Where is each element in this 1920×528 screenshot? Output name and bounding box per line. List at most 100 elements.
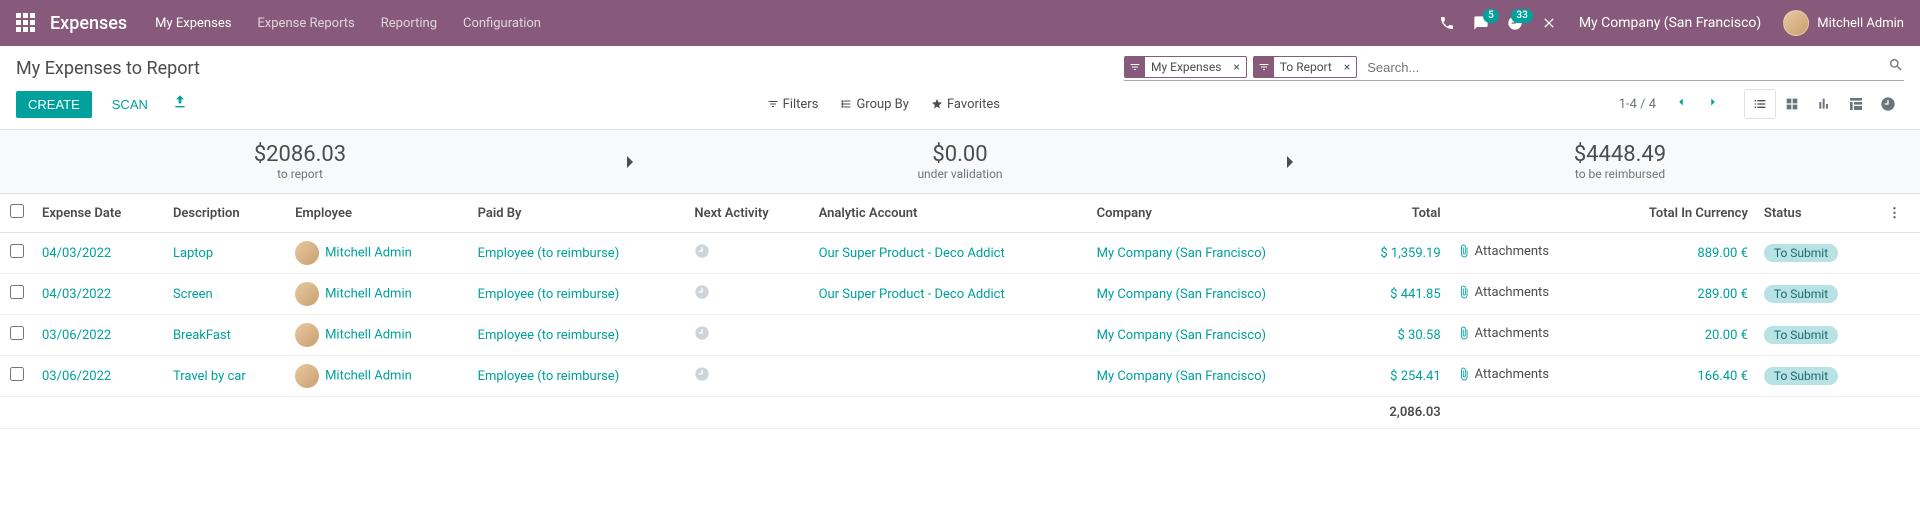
col-paid-by[interactable]: Paid By	[470, 194, 687, 233]
cell-description[interactable]: Screen	[173, 287, 213, 302]
col-employee[interactable]: Employee	[287, 194, 470, 233]
footer-total: 2,086.03	[1344, 397, 1449, 429]
chevron-right-icon	[1260, 130, 1320, 193]
facet-my-expenses: My Expenses ×	[1124, 56, 1247, 78]
cell-paid-by[interactable]: Employee (to reimburse)	[478, 328, 620, 343]
upload-icon[interactable]	[172, 94, 188, 114]
view-pivot-icon[interactable]	[1840, 89, 1872, 119]
col-date[interactable]: Expense Date	[34, 194, 165, 233]
scan-button[interactable]: SCAN	[100, 91, 160, 118]
attachments-button[interactable]: Attachments	[1457, 326, 1549, 341]
row-checkbox[interactable]	[10, 326, 24, 340]
filters-button[interactable]: Filters	[767, 97, 819, 112]
discuss-icon[interactable]: 5	[1473, 15, 1489, 31]
cell-date[interactable]: 04/03/2022	[42, 246, 111, 261]
col-total-currency[interactable]: Total In Currency	[1598, 194, 1756, 233]
col-company[interactable]: Company	[1089, 194, 1344, 233]
row-checkbox[interactable]	[10, 285, 24, 299]
nav-reporting[interactable]: Reporting	[381, 16, 437, 31]
col-next-activity[interactable]: Next Activity	[686, 194, 810, 233]
cell-description[interactable]: BreakFast	[173, 328, 231, 343]
cell-company[interactable]: My Company (San Francisco)	[1097, 369, 1266, 384]
cell-date[interactable]: 03/06/2022	[42, 369, 111, 384]
nav-configuration[interactable]: Configuration	[463, 16, 541, 31]
cell-employee[interactable]: Mitchell Admin	[325, 327, 412, 342]
view-kanban-icon[interactable]	[1776, 89, 1808, 119]
cell-employee[interactable]: Mitchell Admin	[325, 368, 412, 383]
apps-icon[interactable]	[16, 13, 36, 33]
clock-icon[interactable]	[694, 289, 710, 304]
facet-remove[interactable]: ×	[1227, 60, 1245, 74]
col-status[interactable]: Status	[1756, 194, 1880, 233]
attachments-button[interactable]: Attachments	[1457, 367, 1549, 382]
favorites-button[interactable]: Favorites	[931, 97, 1000, 112]
cell-total[interactable]: $ 441.85	[1390, 287, 1441, 302]
attachments-button[interactable]: Attachments	[1457, 244, 1549, 259]
cell-date[interactable]: 04/03/2022	[42, 287, 111, 302]
cell-analytic[interactable]: Our Super Product - Deco Addict	[819, 246, 1005, 261]
employee-avatar	[295, 282, 319, 306]
cell-employee[interactable]: Mitchell Admin	[325, 286, 412, 301]
nav-expense-reports[interactable]: Expense Reports	[257, 16, 354, 31]
user-menu[interactable]: Mitchell Admin	[1783, 10, 1904, 36]
facet-to-report: To Report ×	[1253, 56, 1357, 78]
cell-total[interactable]: $ 1,359.19	[1380, 246, 1440, 261]
cell-paid-by[interactable]: Employee (to reimburse)	[478, 287, 620, 302]
search-box[interactable]: My Expenses × To Report ×	[1124, 56, 1904, 81]
facet-remove[interactable]: ×	[1338, 60, 1356, 74]
create-button[interactable]: CREATE	[16, 91, 92, 118]
cell-total-currency[interactable]: 20.00 €	[1705, 328, 1748, 343]
search-icon[interactable]	[1888, 57, 1904, 77]
pager-prev[interactable]	[1666, 91, 1696, 117]
cell-description[interactable]: Travel by car	[173, 369, 246, 384]
cell-total[interactable]: $ 30.58	[1397, 328, 1440, 343]
cell-company[interactable]: My Company (San Francisco)	[1097, 328, 1266, 343]
status-pill: To Submit	[1764, 367, 1838, 385]
cell-paid-by[interactable]: Employee (to reimburse)	[478, 246, 620, 261]
clock-icon[interactable]	[694, 330, 710, 345]
app-brand[interactable]: Expenses	[50, 13, 127, 34]
activities-icon[interactable]: 33	[1507, 15, 1523, 31]
row-checkbox[interactable]	[10, 367, 24, 381]
status-to-report[interactable]: $2086.03 to report	[0, 130, 600, 193]
phone-icon[interactable]	[1439, 15, 1455, 31]
col-description[interactable]: Description	[165, 194, 287, 233]
cell-company[interactable]: My Company (San Francisco)	[1097, 287, 1266, 302]
view-activity-icon[interactable]	[1872, 89, 1904, 119]
optional-columns-icon[interactable]: ⋮	[1880, 194, 1920, 233]
clock-icon[interactable]	[694, 371, 710, 386]
cell-company[interactable]: My Company (San Francisco)	[1097, 246, 1266, 261]
table-row[interactable]: 04/03/2022 Laptop Mitchell Admin Employee (…	[0, 233, 1920, 274]
cell-total[interactable]: $ 254.41	[1390, 369, 1441, 384]
select-all-checkbox[interactable]	[10, 204, 24, 218]
cell-date[interactable]: 03/06/2022	[42, 328, 111, 343]
pager-next[interactable]	[1698, 91, 1728, 117]
cell-description[interactable]: Laptop	[173, 246, 213, 261]
row-checkbox[interactable]	[10, 244, 24, 258]
view-graph-icon[interactable]	[1808, 89, 1840, 119]
debug-close-icon[interactable]	[1541, 15, 1557, 31]
status-to-reimburse[interactable]: $4448.49 to be reimbursed	[1320, 130, 1920, 193]
table-row[interactable]: 04/03/2022 Screen Mitchell Admin Employee (…	[0, 274, 1920, 315]
table-row[interactable]: 03/06/2022 BreakFast Mitchell Admin Employe…	[0, 315, 1920, 356]
status-under-validation[interactable]: $0.00 under validation	[660, 130, 1260, 193]
table-row[interactable]: 03/06/2022 Travel by car Mitchell Admin Emp…	[0, 356, 1920, 397]
cell-paid-by[interactable]: Employee (to reimburse)	[478, 369, 620, 384]
attachments-button[interactable]: Attachments	[1457, 285, 1549, 300]
company-switcher[interactable]: My Company (San Francisco)	[1579, 15, 1761, 31]
view-list-icon[interactable]	[1744, 89, 1776, 119]
col-analytic[interactable]: Analytic Account	[811, 194, 1089, 233]
cell-total-currency[interactable]: 889.00 €	[1697, 246, 1748, 261]
groupby-button[interactable]: Group By	[840, 97, 909, 112]
user-name: Mitchell Admin	[1817, 16, 1904, 31]
funnel-icon	[1125, 57, 1145, 77]
cell-employee[interactable]: Mitchell Admin	[325, 245, 412, 260]
cell-total-currency[interactable]: 289.00 €	[1697, 287, 1748, 302]
pager[interactable]: 1-4 / 4	[1619, 97, 1656, 112]
cell-analytic[interactable]: Our Super Product - Deco Addict	[819, 287, 1005, 302]
col-total[interactable]: Total	[1344, 194, 1449, 233]
nav-my-expenses[interactable]: My Expenses	[155, 16, 231, 31]
search-input[interactable]	[1363, 58, 1888, 77]
clock-icon[interactable]	[694, 248, 710, 263]
cell-total-currency[interactable]: 166.40 €	[1697, 369, 1748, 384]
